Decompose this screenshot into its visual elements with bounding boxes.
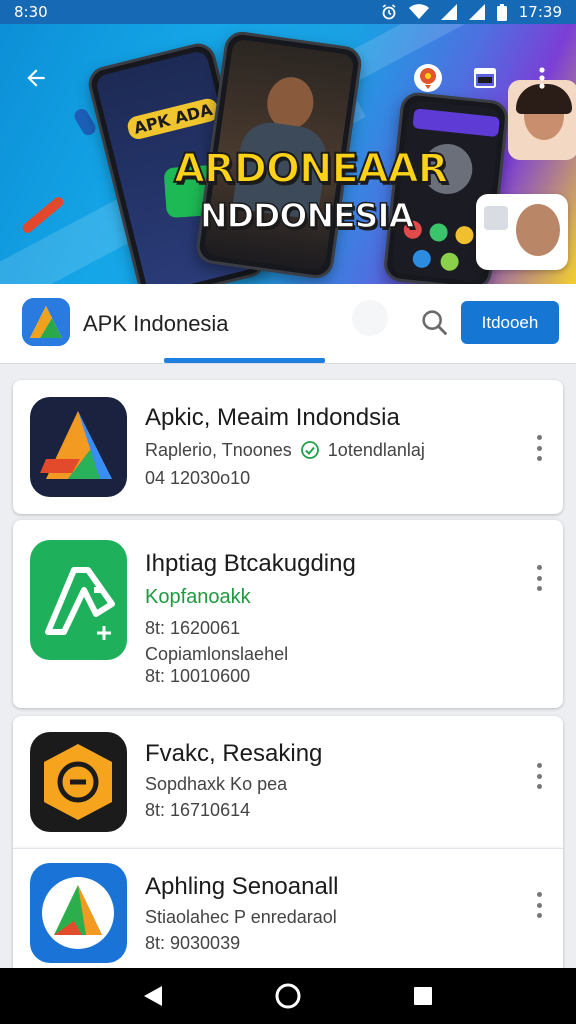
app-icon xyxy=(30,863,127,963)
list-item[interactable]: Fvakc, Resaking Sopdhaxk Ko pea 8t: 1671… xyxy=(13,716,563,848)
app-meta: 8t: 1620061 xyxy=(145,618,241,638)
app-meta: 8t: 9030039 xyxy=(145,933,241,953)
item-more-button[interactable] xyxy=(533,760,545,792)
app-meta: 04 12030o10 xyxy=(145,468,251,488)
list-item[interactable]: Ihptiag Btcakugding Kopfanoakk 8t: 16200… xyxy=(13,520,563,708)
arrow-back-icon xyxy=(27,69,45,87)
nav-back-button[interactable] xyxy=(133,976,173,1016)
search-button[interactable] xyxy=(418,306,452,340)
search-icon xyxy=(422,310,448,336)
app-developer: Kopfanoakk xyxy=(145,586,251,608)
app-meta: 8t: 16710614 xyxy=(145,800,251,820)
app-name: Aphling Senoanall xyxy=(145,873,339,900)
window-icon xyxy=(474,68,496,88)
item-more-button[interactable] xyxy=(533,889,545,921)
header-action-button[interactable]: Itdooeh xyxy=(461,301,559,344)
app-meta-secondary: Copiamlonslaehel xyxy=(145,644,289,664)
status-time-left: 8:30 xyxy=(14,3,48,21)
app-icon xyxy=(30,540,127,660)
wifi-icon xyxy=(408,4,429,19)
overflow-menu-button[interactable] xyxy=(522,58,562,98)
nav-home-button[interactable] xyxy=(268,976,308,1016)
app-name: Apkic, Meaim Indondsia xyxy=(145,404,400,431)
tab-indicator xyxy=(164,358,325,363)
home-circle-icon xyxy=(275,983,301,1009)
app-developer-name: Raplerio, Tnoones xyxy=(145,440,292,460)
verified-check-icon xyxy=(300,441,319,459)
app-name: Ihptiag Btcakugding xyxy=(145,550,356,577)
battery-icon xyxy=(496,3,507,21)
profile-card-bottom xyxy=(476,194,568,270)
list-item[interactable]: Aphling Senoanall Stiaolahec P enredarao… xyxy=(13,848,563,968)
app-developer-suffix: 1otendlanlaj xyxy=(327,440,425,460)
list-item[interactable]: Apkic, Meaim Indondsia Raplerio, Tnoones… xyxy=(13,380,563,514)
item-more-button[interactable] xyxy=(533,562,545,594)
back-triangle-icon xyxy=(144,986,163,1006)
item-more-button[interactable] xyxy=(533,432,545,464)
app-icon xyxy=(30,732,127,832)
notification-badge-icon xyxy=(414,64,442,92)
hero-banner: APK ADA ARDONEAAR NDDONESIA xyxy=(0,24,576,284)
app-logo xyxy=(22,298,70,346)
app-meta-tertiary: 8t: 10010600 xyxy=(145,666,251,686)
alarm-icon xyxy=(382,4,396,20)
banner-subtitle: NDDONESIA xyxy=(199,195,415,236)
app-developer: Raplerio, Tnoones 1otendlanlaj xyxy=(145,440,425,461)
app-list: Apkic, Meaim Indondsia Raplerio, Tnoones… xyxy=(0,364,576,968)
signal-icon-2 xyxy=(468,4,485,20)
app-title: APK Indonesia xyxy=(83,311,229,336)
phone-logo-text: APK ADA xyxy=(125,96,221,142)
recents-square-icon xyxy=(413,987,432,1005)
system-nav-bar xyxy=(0,968,576,1024)
status-bar: 8:30 17:39 xyxy=(0,0,576,24)
banner-title: ARDONEAAR xyxy=(173,145,449,193)
app-icon xyxy=(30,397,127,497)
status-time-right: 17:39 xyxy=(518,3,562,21)
back-button[interactable] xyxy=(16,58,56,98)
window-button[interactable] xyxy=(465,58,505,98)
signal-icon xyxy=(440,4,457,20)
app-developer: Sopdhaxk Ko pea xyxy=(145,774,288,794)
header-decor-circle xyxy=(352,300,388,336)
more-vert-icon xyxy=(539,67,545,89)
app-name: Fvakc, Resaking xyxy=(145,740,323,767)
notification-button[interactable] xyxy=(408,58,448,98)
nav-recents-button[interactable] xyxy=(403,976,443,1016)
app-developer: Stiaolahec P enredaraol xyxy=(145,907,337,927)
app-header: APK Indonesia Itdooeh xyxy=(0,284,576,364)
